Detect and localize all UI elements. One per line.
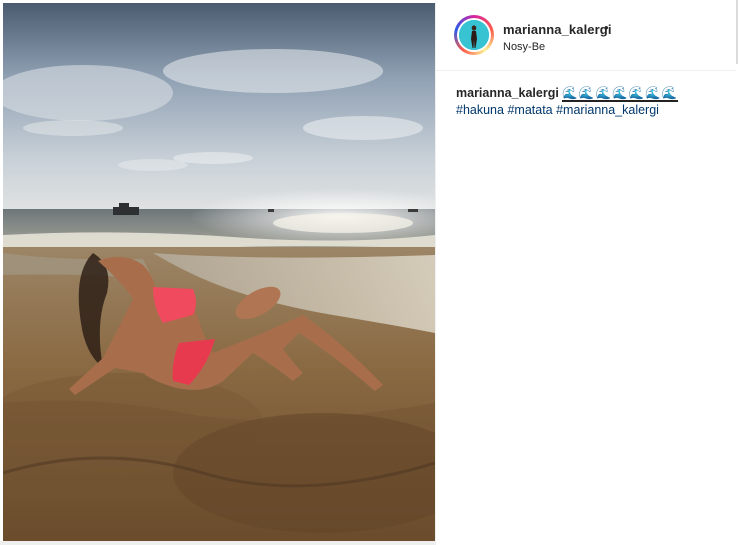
hashtag-link[interactable]: #marianna_kalergi: [556, 103, 659, 117]
caption-emojis: 🌊🌊🌊🌊🌊🌊🌊: [562, 86, 679, 102]
hashtag-link[interactable]: #matata: [507, 103, 552, 117]
story-ring[interactable]: [454, 15, 494, 55]
post-username-link[interactable]: marianna_kalergi: [503, 22, 612, 37]
photo-bottom-border: [0, 541, 441, 545]
post-header: marianna_kalergi • Nosy-Be: [436, 0, 736, 71]
instagram-post: marianna_kalergi • Nosy-Be marianna_kale…: [0, 0, 739, 545]
avatar[interactable]: [457, 18, 491, 52]
post-photo[interactable]: [3, 3, 436, 541]
profile-picture-icon: [459, 20, 489, 50]
hashtag-link[interactable]: #hakuna: [456, 103, 504, 117]
caption-username-link[interactable]: marianna_kalergi: [456, 86, 559, 100]
post-location-link[interactable]: Nosy-Be: [503, 41, 545, 53]
header-separator-dot: •: [604, 20, 609, 35]
beach-photo-image: [3, 3, 435, 541]
sidebar-scroll-edge: [736, 0, 738, 64]
post-caption: marianna_kalergi 🌊🌊🌊🌊🌊🌊🌊 #hakuna #matata…: [456, 85, 726, 119]
avatar-picture: [459, 20, 489, 50]
post-sidebar: marianna_kalergi • Nosy-Be marianna_kale…: [436, 0, 739, 545]
